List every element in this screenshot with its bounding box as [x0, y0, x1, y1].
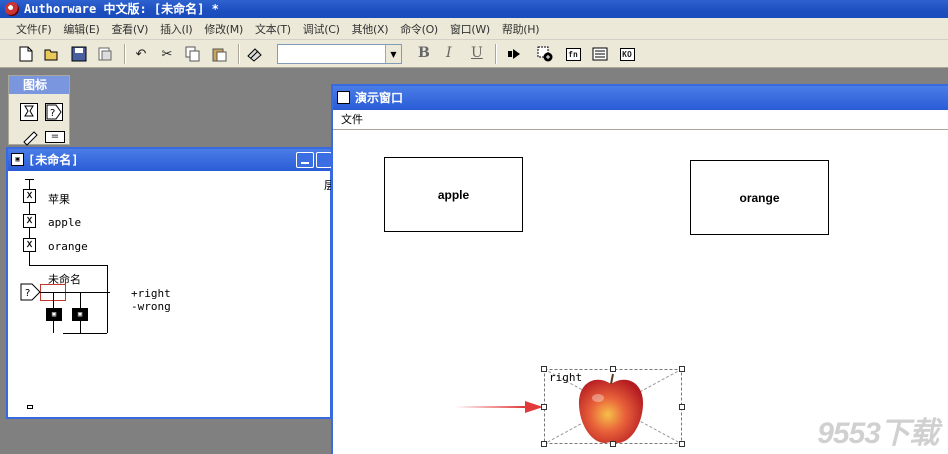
flowline-title-bar: ▣ [未命名]	[8, 149, 330, 171]
erase-icon[interactable]	[20, 128, 38, 146]
control-panel-icon[interactable]	[536, 45, 554, 63]
maximize-button[interactable]	[316, 152, 332, 168]
open-folder-icon[interactable]	[43, 45, 61, 63]
knowledge-objects-icon[interactable]: KO	[618, 45, 636, 63]
response-label-wrong: -wrong	[131, 300, 171, 313]
authorware-logo-icon	[5, 2, 19, 16]
display-icon-orange[interactable]: Ⅹ	[23, 238, 36, 252]
save-all-icon[interactable]	[70, 45, 88, 63]
watermark: 9553下载	[817, 417, 939, 450]
resize-handle-tc[interactable]	[610, 366, 616, 372]
resize-handle-ml[interactable]	[541, 404, 547, 410]
resize-handle-br[interactable]	[679, 441, 685, 447]
svg-text:?: ?	[50, 108, 55, 119]
menu-help[interactable]: 帮助(H)	[496, 21, 545, 37]
copy-icon[interactable]	[184, 45, 202, 63]
apple-box[interactable]: apple	[384, 157, 523, 232]
presentation-title: 演示窗口	[355, 91, 404, 105]
resize-handle-tl[interactable]	[541, 366, 547, 372]
flowline-title: [未命名]	[28, 153, 79, 167]
calculation-icon[interactable]: =	[45, 131, 65, 143]
response-stem-1	[53, 292, 54, 308]
resize-handle-mr[interactable]	[679, 404, 685, 410]
presentation-window-icon	[337, 91, 350, 104]
display-icon-pingguo[interactable]: Ⅹ	[23, 189, 36, 203]
app-title-bar: Authorware 中文版: [未命名] *	[0, 0, 948, 18]
response-exit-2	[80, 321, 81, 333]
run-icon[interactable]	[505, 45, 523, 63]
display-icon-apple[interactable]: Ⅹ	[23, 214, 36, 228]
response-icon-right[interactable]: ▣	[46, 308, 62, 321]
chevron-down-icon[interactable]: ▼	[385, 45, 401, 63]
response-branch-line	[40, 292, 110, 293]
font-select[interactable]: ▼	[277, 44, 402, 64]
palette-title: 图标	[9, 76, 69, 94]
response-exit-1	[53, 321, 54, 333]
interaction-loop-bottom	[63, 333, 107, 334]
functions-icon[interactable]: fn	[564, 45, 582, 63]
response-stem-2	[80, 292, 81, 308]
menu-debug[interactable]: 调试(C)	[297, 21, 346, 37]
resize-handle-bl[interactable]	[541, 441, 547, 447]
menu-modify[interactable]: 修改(M)	[198, 21, 249, 37]
menu-view[interactable]: 查看(V)	[105, 21, 154, 37]
italic-button[interactable]: I	[446, 45, 452, 61]
target-label: right	[549, 371, 583, 384]
resize-handle-bc[interactable]	[610, 441, 616, 447]
bold-button[interactable]: B	[418, 45, 430, 61]
paste-icon[interactable]	[210, 45, 228, 63]
presentation-title-bar: 演示窗口	[333, 86, 948, 110]
menu-command[interactable]: 命令(O)	[394, 21, 444, 37]
icon-label-pingguo: 苹果	[48, 193, 70, 206]
new-file-icon[interactable]	[17, 45, 35, 63]
toolbar: ↶ ✂ ▼ B I U fn KO	[0, 40, 948, 68]
interaction-loop-right	[107, 265, 108, 333]
interaction-icon[interactable]: ?	[20, 283, 42, 304]
apple-image[interactable]	[576, 372, 646, 446]
underline-button[interactable]: U	[471, 45, 483, 61]
cut-icon[interactable]: ✂	[158, 45, 176, 63]
menu-file[interactable]: 文件(F)	[10, 21, 57, 37]
icon-palette: 图标 ? =	[8, 75, 70, 146]
svg-text:?: ?	[25, 288, 30, 299]
decision-icon[interactable]: ?	[45, 103, 63, 121]
menu-bar: 文件(F) 编辑(E) 查看(V) 插入(I) 修改(M) 文本(T) 调试(C…	[0, 18, 948, 40]
flowline-window: ▣ [未命名] 层 Ⅹ 苹果 Ⅹ apple Ⅹ orange 未命名 ? ▣ …	[6, 147, 335, 419]
response-icon-wrong[interactable]: ▣	[72, 308, 88, 321]
menu-text[interactable]: 文本(T)	[249, 21, 297, 37]
interaction-loop-top	[29, 265, 107, 266]
icon-label-apple: apple	[48, 216, 82, 229]
presentation-menu-file[interactable]: 文件	[341, 113, 363, 126]
orange-box-label: orange	[739, 190, 780, 205]
menu-insert[interactable]: 插入(I)	[154, 21, 198, 37]
presentation-menu-bar: 文件	[333, 110, 948, 130]
import-icon[interactable]	[96, 45, 114, 63]
menu-edit[interactable]: 编辑(E)	[57, 21, 105, 37]
minimize-button[interactable]	[296, 152, 314, 168]
variables-icon[interactable]	[591, 45, 609, 63]
flowline-window-icon: ▣	[11, 153, 24, 166]
response-label-right: +right	[131, 287, 171, 300]
display-icon[interactable]	[20, 103, 38, 121]
paste-hand-marker	[27, 405, 33, 409]
app-title: Authorware 中文版: [未命名] *	[24, 2, 219, 16]
flowline-start	[25, 179, 34, 180]
find-icon[interactable]	[246, 45, 264, 63]
target-area[interactable]: right	[544, 369, 682, 444]
presentation-window: 演示窗口 文件 apple orange right 9553下载	[331, 84, 948, 454]
menu-window[interactable]: 窗口(W)	[444, 21, 496, 37]
icon-label-orange: orange	[48, 240, 88, 253]
apple-box-label: apple	[437, 187, 470, 202]
undo-icon[interactable]: ↶	[132, 45, 150, 63]
menu-other[interactable]: 其他(X)	[346, 21, 395, 37]
resize-handle-tr[interactable]	[679, 366, 685, 372]
red-arrow-icon	[455, 399, 545, 418]
orange-box[interactable]: orange	[690, 160, 829, 235]
